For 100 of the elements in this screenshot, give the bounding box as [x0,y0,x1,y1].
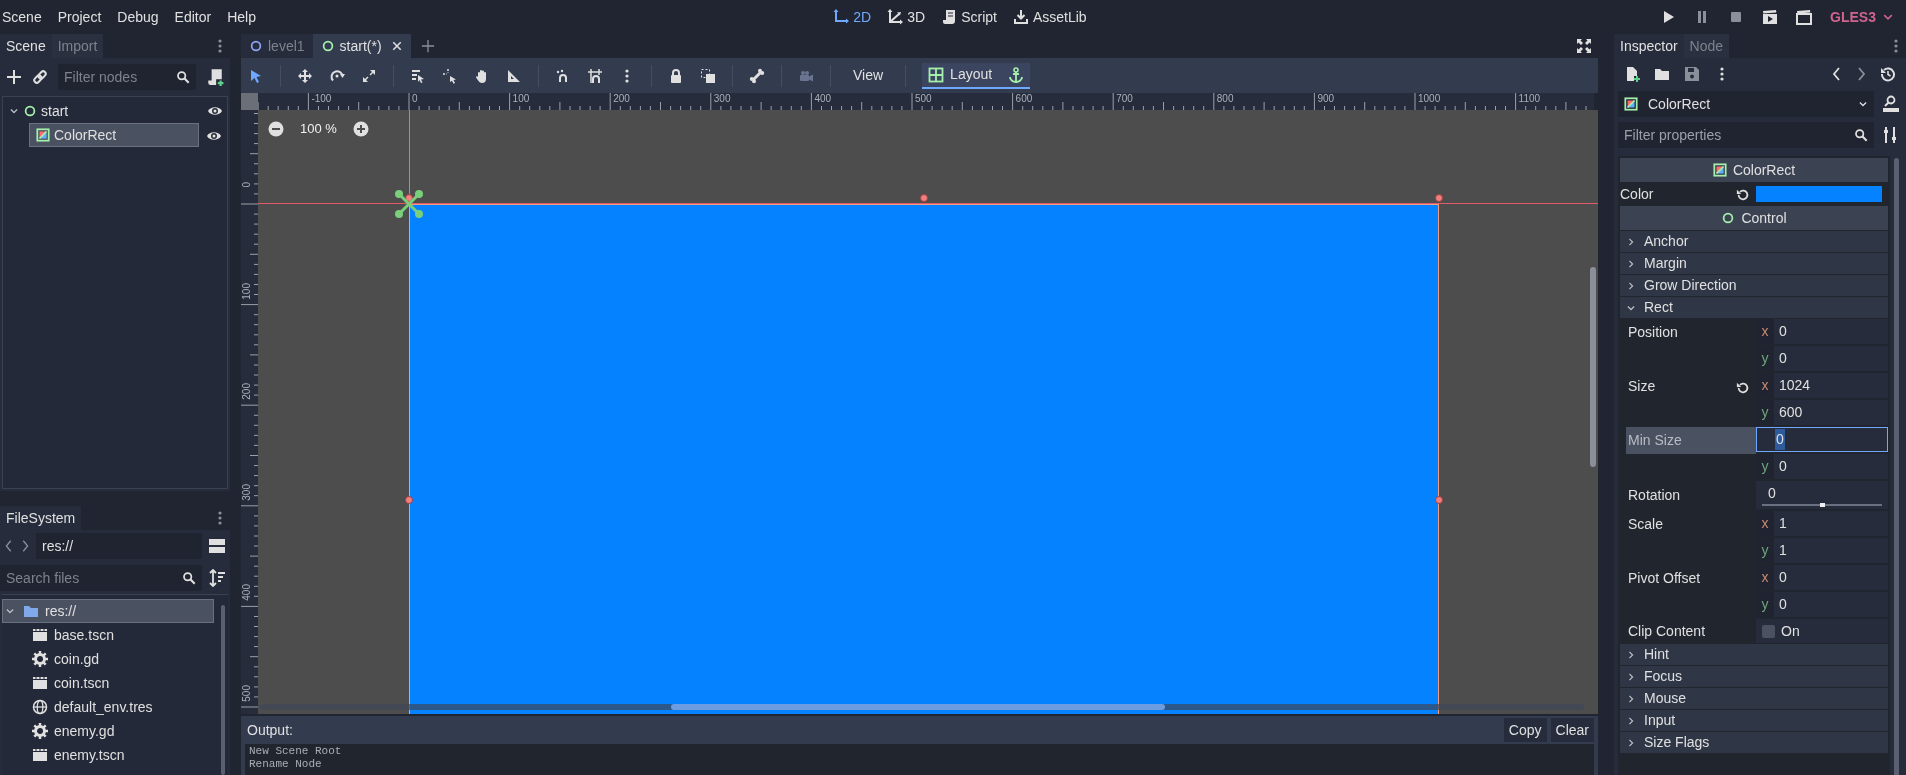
list-pointer-icon[interactable] [410,67,426,84]
property-group[interactable]: Mouse [1620,688,1888,709]
zoom-in-icon[interactable] [352,120,369,137]
number-field[interactable]: x 0 [1756,565,1888,590]
number-field[interactable]: x 0 [1756,319,1888,344]
resize-handle[interactable] [920,194,929,202]
color-rect[interactable] [409,204,1440,714]
chevron-down-icon[interactable] [5,606,15,616]
pivot-pointer-icon[interactable] [442,67,458,84]
toolbar-menu[interactable]: Layout [922,62,1031,89]
property-group[interactable]: Size Flags [1620,732,1888,753]
file-item[interactable]: coin.gd [32,647,228,671]
menu-item[interactable]: Debug [109,4,167,30]
file-item[interactable]: res:// [2,599,214,623]
tree-item[interactable]: start [3,99,227,123]
workspace-tab[interactable]: Script [941,4,997,30]
chevron-right-icon[interactable] [1626,693,1636,704]
chevron-right-icon[interactable] [1626,715,1636,726]
property-group[interactable]: Margin [1620,253,1888,274]
split-view-icon[interactable] [208,537,226,555]
clapper-play-icon[interactable] [1762,9,1779,25]
rotate-icon[interactable] [329,67,345,84]
folder-icon[interactable] [1654,66,1670,82]
ruler-icon[interactable] [506,67,522,84]
sort-icon[interactable] [208,569,226,587]
chevron-right-icon[interactable] [1626,737,1636,748]
property-group[interactable]: Anchor [1620,231,1888,252]
workspace-tab[interactable]: 3D [887,4,926,30]
history-icon[interactable] [1880,66,1896,82]
document-tab[interactable]: level1 [241,34,313,58]
output-button[interactable]: Clear [1550,718,1594,742]
fullscreen-icon[interactable] [1576,38,1592,54]
menu-item[interactable]: Help [219,4,264,30]
property-group[interactable]: Input [1620,710,1888,731]
group-icon[interactable] [700,67,716,84]
range-field[interactable]: 0 [1756,481,1888,509]
toolbar-menu[interactable]: View [847,62,890,89]
number-field[interactable]: y 0 [1756,592,1888,617]
property-group[interactable]: Rect [1620,297,1888,318]
revert-icon[interactable] [1736,187,1750,201]
filter-field[interactable]: Filter nodes [58,64,196,90]
lock-icon[interactable] [668,67,684,84]
resize-handle[interactable] [405,194,413,202]
clapper-icon[interactable] [1796,9,1813,25]
slider-thumb[interactable] [1820,502,1825,507]
menu-item[interactable]: Editor [166,4,220,30]
workspace-tab[interactable]: 2D [833,4,872,30]
path-field[interactable]: res:// [36,533,202,559]
chevron-right-icon[interactable] [1626,649,1636,660]
search-field[interactable]: Search files [0,565,202,591]
property-group[interactable]: Hint [1620,644,1888,665]
file-item[interactable]: base.tscn [32,623,228,647]
number-field[interactable]: x 1 [1756,511,1888,536]
file-item[interactable]: coin.tscn [32,671,228,695]
panel-tab[interactable]: Scene [0,34,52,58]
help-search-icon[interactable] [1882,95,1900,113]
forward-icon[interactable] [1856,66,1866,82]
number-field[interactable]: y 0 [1756,454,1888,479]
zoom-level[interactable]: 100 % [300,119,337,139]
move-arrows-icon[interactable] [297,67,313,84]
checkbox[interactable] [1762,624,1775,638]
chevron-right-icon[interactable] [1626,236,1636,247]
add-icon[interactable] [6,69,22,85]
renderer-dropdown[interactable]: GLES3 [1830,6,1894,28]
forward-icon[interactable] [20,539,30,553]
object-selector[interactable]: ColorRect [1618,91,1874,117]
number-field[interactable]: x 1024 [1756,373,1888,398]
scrollbar-thumb[interactable] [1590,267,1596,467]
file-item[interactable]: enemy.gd [32,719,228,743]
resize-handle[interactable] [1435,495,1444,504]
chevron-down-icon[interactable] [9,106,19,116]
resize-handle[interactable] [1435,194,1444,202]
scrollbar-thumb[interactable] [1893,158,1899,775]
scale-arrows-icon[interactable] [361,67,377,84]
number-field[interactable]: y 1 [1756,538,1888,563]
chevron-right-icon[interactable] [1626,280,1636,291]
grid-snap-icon[interactable] [587,67,603,84]
chevron-right-icon[interactable] [1626,671,1636,682]
output-button[interactable]: Copy [1503,718,1547,742]
pivot-handle-icon[interactable] [394,189,424,219]
add-tab-icon[interactable] [420,39,435,53]
panel-tab[interactable]: Inspector [1614,34,1684,58]
add-script-icon[interactable] [206,68,224,86]
color-swatch[interactable] [1756,186,1882,202]
file-item[interactable]: enemy.tscn [32,743,228,767]
panel-tab[interactable]: FileSystem [0,506,82,530]
scrollbar-thumb[interactable] [221,605,225,775]
number-field[interactable]: y 0 [1756,346,1888,371]
new-resource-icon[interactable] [1624,66,1640,82]
zoom-out-icon[interactable] [268,120,284,137]
number-field[interactable]: y 600 [1756,400,1888,425]
number-field[interactable]: 0 [1756,427,1888,452]
resize-handle[interactable] [405,495,413,504]
save-icon[interactable] [1684,66,1700,82]
close-icon[interactable] [390,40,403,52]
back-icon[interactable] [1832,66,1842,82]
document-tab[interactable]: start(*) [312,34,411,58]
filter-field[interactable]: Filter properties [1618,122,1874,148]
property-group[interactable]: Focus [1620,666,1888,687]
property-group[interactable]: Grow Direction [1620,275,1888,296]
